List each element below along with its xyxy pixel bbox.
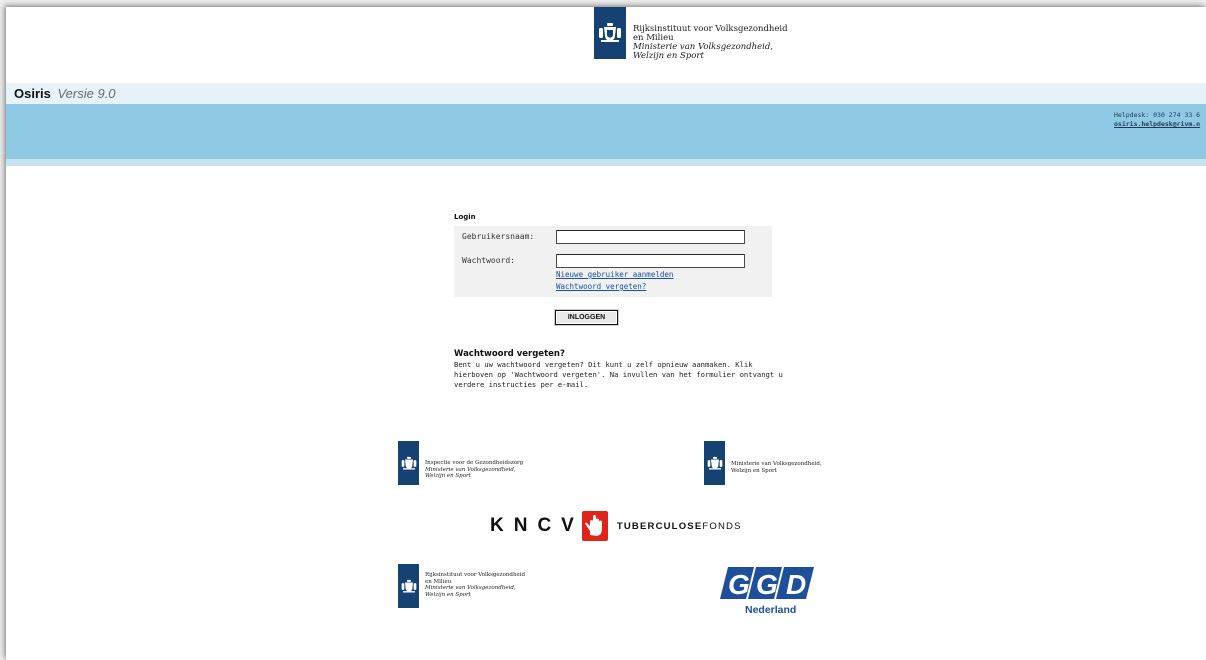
helpdesk-email-link[interactable]: osiris.helpdesk@rivm.n [1114,120,1200,128]
helpdesk-phone: Helpdesk: 030 274 33 6 [1114,111,1201,119]
ggd-logo: GGD Nederland [718,565,818,625]
vws-logo-text: Ministerie van Volksgezondheid, Welzijn … [731,461,822,474]
logo-line: Ministerie van Volksgezondheid, [731,461,822,467]
rivm-partner-logo: Rijksinstituut voor Volksgezondheid en M… [398,564,525,608]
password-label: Wachtwoord: [462,256,515,265]
rijks-blue-block [398,441,419,485]
vws-logo: Ministerie van Volksgezondheid, Welzijn … [704,441,822,485]
kncv-logo: KNCV TUBERCULOSEFONDS [490,509,742,543]
login-form: Gebruikersnaam: Wachtwoord: Nieuwe gebru… [454,226,772,297]
kncv-tb-light: FONDS [702,520,742,532]
logo-line: Inspectie voor de Gezondheidszorg [425,460,524,466]
app-version: Versie 9.0 [57,86,116,101]
logo-line: Welzijn en Sport [731,467,777,474]
igz-logo: Inspectie voor de Gezondheidszorg Minist… [398,441,523,485]
kncv-hand-icon [581,511,608,541]
page-frame: Rijksinstituut voor Volksgezondheid en M… [6,7,1206,660]
banner-strip [6,159,1206,166]
helpdesk-info: Helpdesk: 030 274 33 6 osiris.helpdesk@r… [1114,111,1206,129]
crest-icon [599,23,621,42]
crest-icon [401,579,416,592]
logo-line: Welzijn en Sport [425,591,471,598]
logo-line: Rijksinstituut voor Volksgezondheid [425,572,526,578]
ggd-letter: G [756,569,778,600]
header-banner [6,104,1206,159]
igz-logo-text: Inspectie voor de Gezondheidszorg Minist… [425,460,523,480]
rijks-blue-block [594,7,626,59]
help-title: Wachtwoord vergeten? [454,349,565,359]
ggd-mark-icon: GGD [720,567,814,600]
ggd-letter: D [786,569,806,600]
rivm-logo-text: Rijksinstituut voor Volksgezondheid en M… [633,25,788,61]
kncv-tagline: TUBERCULOSEFONDS [617,521,742,532]
kncv-tb-bold: TUBERCULOSE [616,520,703,532]
app-name: Osiris [14,86,51,101]
crest-icon [401,456,416,469]
logo-line: Welzijn en Sport [633,51,704,61]
rijks-blue-block [704,441,725,485]
username-input[interactable] [556,230,745,244]
login-button[interactable]: INLOGGEN [555,310,618,325]
ggd-letter: G [728,569,750,600]
login-title: Login [454,213,476,221]
rijks-blue-block [398,564,419,608]
rivm-partner-text: Rijksinstituut voor Volksgezondheid en M… [425,572,525,598]
username-label: Gebruikersnaam: [462,232,535,241]
rivm-header-logo: Rijksinstituut voor Volksgezondheid en M… [594,7,788,77]
forgot-password-link[interactable]: Wachtwoord vergeten? [556,282,646,291]
ggd-subtitle: Nederland [745,604,797,616]
ggd-logo-text: GGD [728,569,806,600]
logo-line: Welzijn en Sport [425,473,471,479]
password-input[interactable] [556,254,745,268]
app-title-bar: Osiris Versie 9.0 [6,83,1206,104]
help-text: Bent u uw wachtwoord vergeten? Dit kunt … [454,360,783,389]
kncv-letters: KNCV [490,515,584,536]
crest-icon [707,456,722,469]
new-user-link[interactable]: Nieuwe gebruiker aanmelden [556,270,673,279]
logo-line: Ministerie van Volksgezondheid, [425,585,516,591]
